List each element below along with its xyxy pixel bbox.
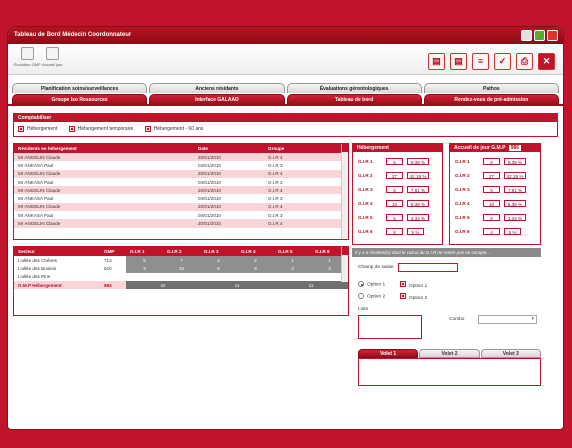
table-row[interactable]: L'allée des Chênes 713 57 42 11: [14, 256, 348, 265]
check-document-icon[interactable]: ✓: [494, 53, 511, 70]
col-date: Date: [194, 144, 264, 153]
combo-select[interactable]: ▾: [478, 315, 537, 324]
tab-volet-3[interactable]: Volet 3: [480, 349, 541, 358]
tab-tableau-de-bord[interactable]: Tableau de bord: [286, 94, 422, 104]
radio-option-1[interactable]: Option 1: [358, 281, 385, 287]
tab-galaad[interactable]: Interface GALAAD: [149, 94, 285, 104]
close-window-icon[interactable]: [547, 30, 558, 41]
tab-evaluations[interactable]: Évaluations gérontologiques: [286, 83, 422, 93]
close-icon[interactable]: ✕: [538, 53, 555, 70]
chart-icon: [20, 47, 34, 60]
liste-box[interactable]: [358, 315, 422, 339]
toolbar: Évolution GMP Accueil jour ▤ ▤ ≡ ✓ ⎙ ✕: [8, 44, 563, 75]
table-row[interactable]: Mr ANKASA Paul 04/01/2010 G.I.R 3: [14, 194, 343, 203]
minimize-icon[interactable]: [521, 30, 532, 41]
residents-table: Résidents en hébergement Date Groupe Mr …: [13, 143, 349, 240]
comptabiliser-title: Comptabiliser: [14, 114, 557, 122]
gmp-total-row: G.M.P Hébergement 684 22 11 11: [14, 280, 348, 290]
liste-label: Liste: [358, 307, 369, 312]
col-residents: Résidents en hébergement: [14, 144, 194, 153]
col-groupe: Groupe: [264, 144, 343, 153]
check-option-2[interactable]: Option 2: [400, 293, 427, 301]
accueil-jour-title: Accueil de jour G.M.P 986: [450, 144, 540, 152]
tab-anciens-residants[interactable]: Anciens résidants: [149, 83, 285, 93]
tab-divider: [8, 104, 563, 106]
col-secteur: Secteur: [14, 247, 100, 256]
col-gmp: GMP: [100, 247, 126, 256]
app-window: Tableau de Bord Médecin Coordonnateur Év…: [7, 26, 564, 430]
check-option-1[interactable]: Option 1: [400, 281, 427, 289]
accueil-jour-panel: Accueil de jour G.M.P 986 G.I.R 1 6 9,38 %…: [449, 143, 541, 245]
table-row[interactable]: Mr ANGELIN Claude 20/01/2010 G.I.R 4: [14, 202, 343, 212]
tabs-row-1: Planification soins/surveillances Ancien…: [8, 83, 563, 93]
tab-groupe-iso[interactable]: Groupe Iso Ressources: [12, 94, 148, 104]
checkbox-hebergement-temporaire[interactable]: Hébergement temporaire: [68, 126, 133, 132]
table-row[interactable]: Mr ANGELIN Claude 20/01/2010 G.I.R 4: [14, 186, 343, 195]
table-row[interactable]: L'allée des Pins: [14, 272, 348, 281]
title-bar: Tableau de Bord Médecin Coordonnateur: [8, 27, 563, 44]
chevron-down-icon: ▾: [531, 316, 534, 322]
tabs-row-2: Groupe Iso Ressources Interface GALAAD T…: [8, 94, 563, 104]
col-gir5: G.I.R 5: [274, 247, 311, 256]
champ-input[interactable]: [398, 263, 458, 272]
secteur-scrollbar[interactable]: [341, 247, 348, 282]
comptabiliser-panel: Comptabiliser Hébergement Hébergement te…: [13, 113, 558, 137]
table-row[interactable]: Mr ANKASA Paul 04/01/2010 G.I.R 2: [14, 177, 343, 187]
residents-scrollbar[interactable]: [341, 144, 348, 239]
table-row[interactable]: Mr ANKASA Paul 04/01/2010 G.I.R 3: [14, 161, 343, 170]
document-icon[interactable]: ▤: [428, 53, 445, 70]
maximize-icon[interactable]: [534, 30, 545, 41]
col-gir1: G.I.R 1: [126, 247, 163, 256]
accueil-jour-button[interactable]: Accueil jour: [42, 47, 63, 67]
volets-tabs: Volet 1 Volet 2 Volet 3: [358, 349, 542, 358]
home-icon: [45, 47, 59, 60]
window-title: Tableau de Bord Médecin Coordonnateur: [14, 32, 132, 38]
gir-note: Il y a 5 résident(s) dont le calcul du G…: [352, 248, 541, 257]
col-gir3: G.I.R 3: [200, 247, 237, 256]
col-gir4: G.I.R 4: [237, 247, 274, 256]
list-icon[interactable]: ≡: [472, 53, 489, 70]
volet-content: [358, 358, 541, 386]
hebergement-panel: Hébergement G.I.R 1 6 9,38 % G.I.R 2 27 42,1…: [352, 143, 443, 245]
table-row[interactable]: L'allée des Bouleis 620 3 10 69 33: [14, 264, 348, 273]
tab-planification[interactable]: Planification soins/surveillances: [12, 83, 148, 93]
combo-label: Combo: [449, 317, 465, 322]
hebergement-title: Hébergement: [353, 144, 442, 152]
table-row[interactable]: Mr ANGELIN Claude 20/01/2010 G.I.R 4: [14, 219, 343, 228]
champ-label: Champ de saisie: [358, 265, 394, 270]
tab-pathos[interactable]: Pathos: [423, 83, 559, 93]
evolution-gmp-button[interactable]: Évolution GMP: [14, 47, 41, 67]
gmp-badge: 986: [508, 145, 522, 151]
table-row[interactable]: Mr ANGELIN Claude 20/01/2010 G.I.R 4: [14, 169, 343, 178]
print-icon[interactable]: ⎙: [516, 53, 533, 70]
table-row[interactable]: Mr ANKASA Paul 04/01/2010 G.I.R 3: [14, 211, 343, 220]
tab-volet-1[interactable]: Volet 1: [358, 349, 419, 358]
tab-volet-2[interactable]: Volet 2: [419, 349, 480, 358]
col-gir2: G.I.R 2: [163, 247, 200, 256]
checkbox-hebergement[interactable]: Hébergement: [18, 126, 57, 132]
secteur-table: Secteur GMP G.I.R 1 G.I.R 2 G.I.R 3 G.I.…: [13, 246, 349, 316]
document-edit-icon[interactable]: ▤: [450, 53, 467, 70]
table-row[interactable]: Mr ANGELIN Claude 20/01/2010 G.I.R 4: [14, 153, 343, 162]
checkbox-hebergement-60[interactable]: Hébergement - 60 ans: [144, 126, 203, 132]
tab-rendez-vous[interactable]: Rendez-vous de pré-admission: [423, 94, 559, 104]
radio-option-2[interactable]: Option 2: [358, 293, 385, 299]
